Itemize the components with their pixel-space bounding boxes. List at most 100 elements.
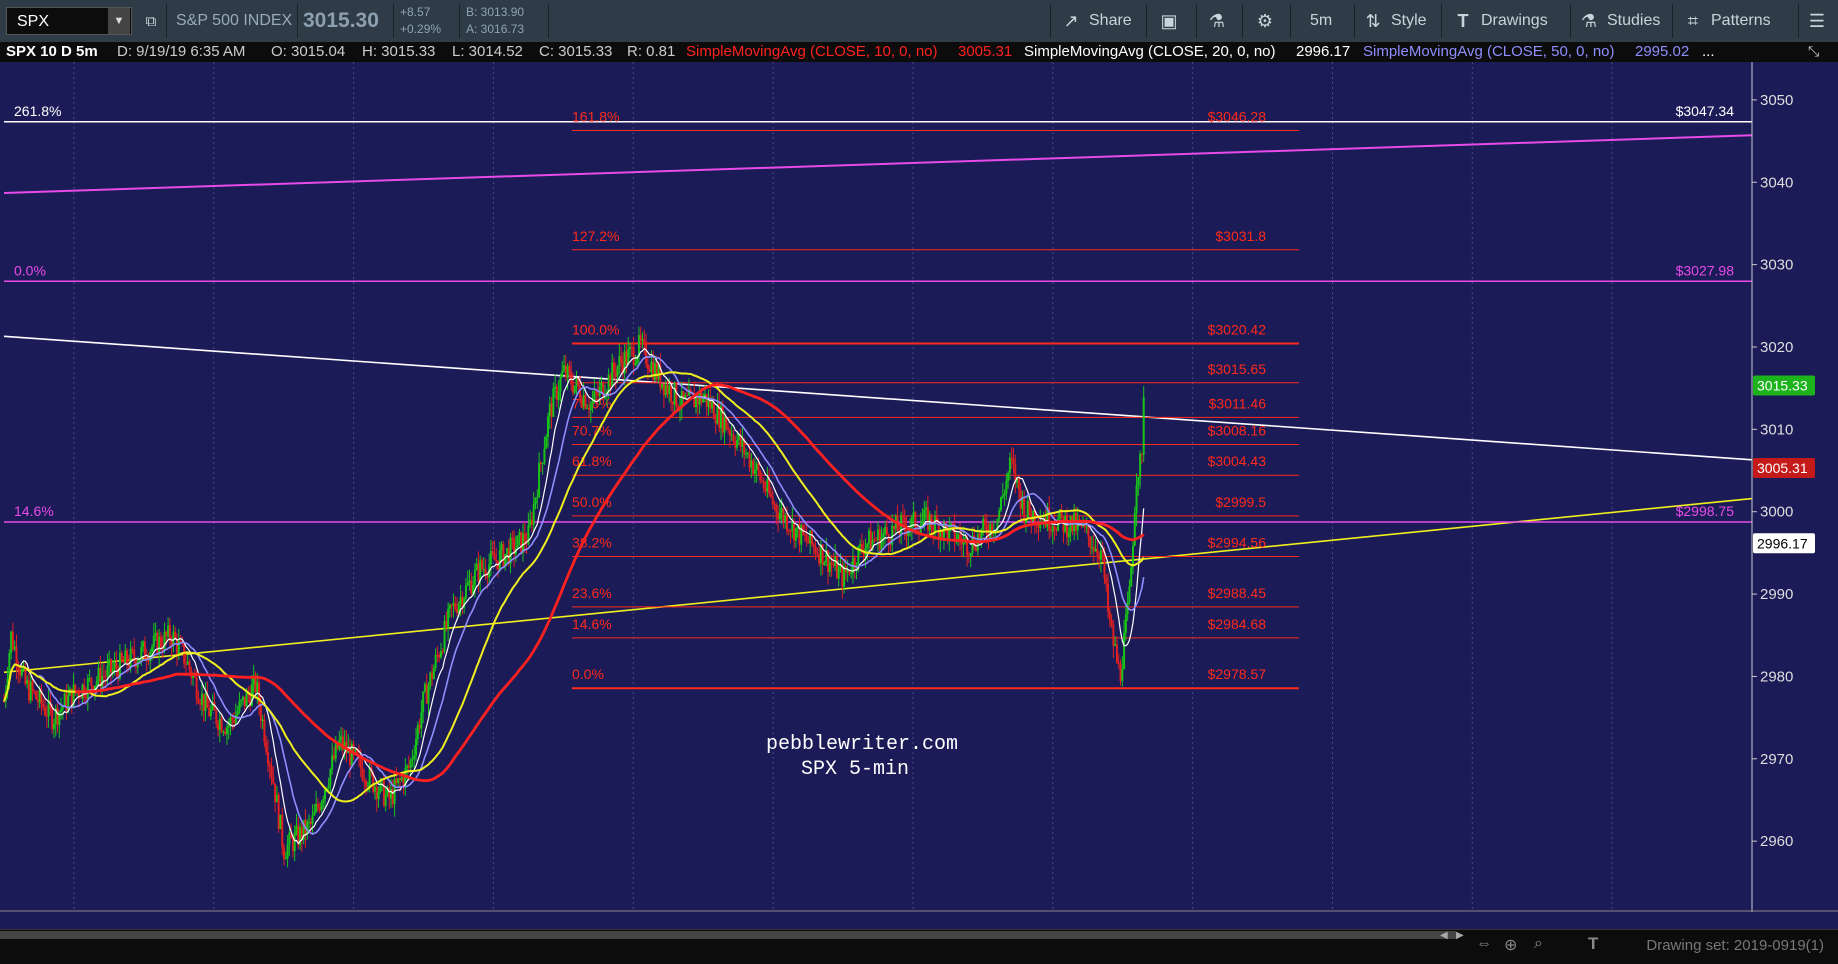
candle-body — [398, 778, 401, 780]
divider — [1570, 4, 1571, 38]
candle-body — [766, 479, 769, 492]
candle-body — [195, 677, 198, 699]
candle-body — [725, 417, 728, 430]
candle-body — [322, 799, 325, 803]
horizontal-scrollbar[interactable] — [0, 931, 1456, 939]
chart-area[interactable]: 261.8% $3047.34 0.0% $3027.98 14.6% $2998.75 … — [0, 62, 1838, 934]
candle-body — [10, 631, 13, 654]
patterns-button[interactable]: ⌗ Patterns — [1682, 0, 1771, 42]
divider — [297, 4, 298, 38]
candle-body — [199, 702, 202, 705]
candle-body — [652, 361, 655, 380]
candle-body — [38, 689, 41, 703]
style-button[interactable]: ⇅ Style — [1362, 0, 1426, 42]
chart-title[interactable]: SPX 10 D 5m — [6, 43, 98, 60]
candle-body — [332, 755, 335, 759]
candle-body — [493, 553, 496, 561]
sma20-label[interactable]: SimpleMovingAvg (CLOSE, 20, 0, no) — [1024, 43, 1276, 60]
candle-body — [79, 697, 82, 699]
share-button[interactable]: ↗ Share — [1060, 0, 1132, 42]
y-tick-label: 2990 — [1760, 586, 1793, 603]
candle-body — [167, 625, 170, 637]
crosshair-icon[interactable]: ⊕ — [1504, 935, 1517, 955]
sma10-label[interactable]: SimpleMovingAvg (CLOSE, 10, 0, no) — [686, 43, 938, 60]
price-axis[interactable]: 3050 3040 3030 3020 3010 3000 2990 2980 2970 2960 — [1751, 62, 1838, 912]
price-change: +8.57 — [400, 5, 431, 19]
candle-body — [794, 528, 797, 541]
candle-body — [589, 403, 592, 411]
scroll-left-icon[interactable]: ◀ — [1440, 930, 1448, 941]
candle-body — [782, 508, 785, 522]
zoom-icon[interactable]: ⌕ — [1534, 935, 1543, 953]
top-toolbar: SPX ▼ ⧉ S&P 500 INDEX 3015.30 +8.57 +0.2… — [0, 0, 1838, 43]
price-chart[interactable]: 261.8% $3047.340.0% $3027.9814.6% $2998.75 … — [0, 62, 1838, 934]
candle-body — [354, 749, 357, 752]
price-change-percent: +0.29% — [400, 22, 442, 36]
studies-lab-button[interactable]: ⚗ — [1206, 0, 1235, 42]
candle-body — [736, 439, 739, 448]
candle-body — [236, 711, 239, 715]
candle-body — [885, 527, 888, 535]
candle-body — [261, 719, 264, 722]
candle-body — [1119, 663, 1122, 682]
candle-body — [837, 567, 840, 579]
divider — [459, 4, 460, 38]
link-icon[interactable]: ⧉ — [140, 0, 169, 42]
studies-button[interactable]: ⚗ Studies — [1578, 0, 1660, 42]
snapshot-button[interactable]: ▣ — [1158, 0, 1187, 42]
candle-body — [422, 691, 425, 713]
pan-icon[interactable]: ⇔ — [1476, 935, 1492, 953]
candle-body — [331, 755, 334, 770]
candle-body — [115, 662, 118, 670]
sma50-label[interactable]: SimpleMovingAvg (CLOSE, 50, 0, no) — [1363, 43, 1615, 60]
candle-body — [580, 399, 583, 407]
candle-body — [327, 785, 330, 789]
candle-body — [1005, 480, 1008, 494]
fib-level-price: $3004.43 — [1208, 453, 1267, 469]
candle-body — [15, 646, 18, 667]
drawing-set-label[interactable]: Drawing set: 2019-0919(1) — [1646, 937, 1824, 954]
candle-body — [225, 727, 228, 735]
price-tag-label: 3005.31 — [1757, 460, 1808, 476]
candle-body — [486, 575, 489, 578]
candle-body — [113, 662, 116, 669]
candle-body — [705, 394, 708, 407]
candle-body — [27, 680, 30, 701]
candle-body — [630, 347, 633, 349]
candle-body — [620, 356, 623, 363]
candle-body — [495, 560, 498, 562]
timeframe-button[interactable]: 5m — [1310, 0, 1332, 42]
drawings-button[interactable]: T Drawings — [1452, 0, 1548, 42]
candle-body — [154, 633, 157, 636]
candle-body — [570, 371, 573, 385]
share-label: Share — [1089, 12, 1132, 29]
candle-body — [616, 366, 619, 377]
candle-body — [887, 534, 890, 544]
level-percent: 0.0% — [14, 262, 46, 278]
candle-body — [445, 620, 448, 628]
text-tool-icon[interactable]: T — [1588, 934, 1598, 954]
candle-body — [29, 681, 32, 701]
candle-body — [224, 731, 227, 735]
candle-body — [1139, 453, 1142, 478]
more-studies-button[interactable]: ... — [1702, 43, 1715, 60]
fib-level-percent: 0.0% — [572, 666, 604, 682]
candle-body — [1049, 530, 1052, 532]
candle-body — [612, 362, 615, 372]
candle-body — [256, 682, 259, 693]
candle-body — [985, 524, 988, 535]
candle-body — [1092, 547, 1095, 552]
scroll-right-icon[interactable]: ▶ — [1456, 930, 1464, 941]
candle-body — [596, 393, 599, 396]
candle-body — [554, 386, 557, 389]
candle-body — [670, 385, 673, 402]
expand-icon[interactable]: ⤡ — [1808, 43, 1819, 60]
menu-button[interactable]: ☰ — [1806, 0, 1835, 42]
settings-button[interactable]: ⚙ — [1254, 0, 1283, 42]
candle-body — [850, 573, 853, 575]
candle-body — [1123, 632, 1126, 670]
candle-body — [268, 763, 271, 768]
candle-body — [607, 374, 610, 393]
symbol-dropdown-button[interactable]: ▼ — [108, 8, 130, 34]
candle-body — [215, 710, 218, 724]
